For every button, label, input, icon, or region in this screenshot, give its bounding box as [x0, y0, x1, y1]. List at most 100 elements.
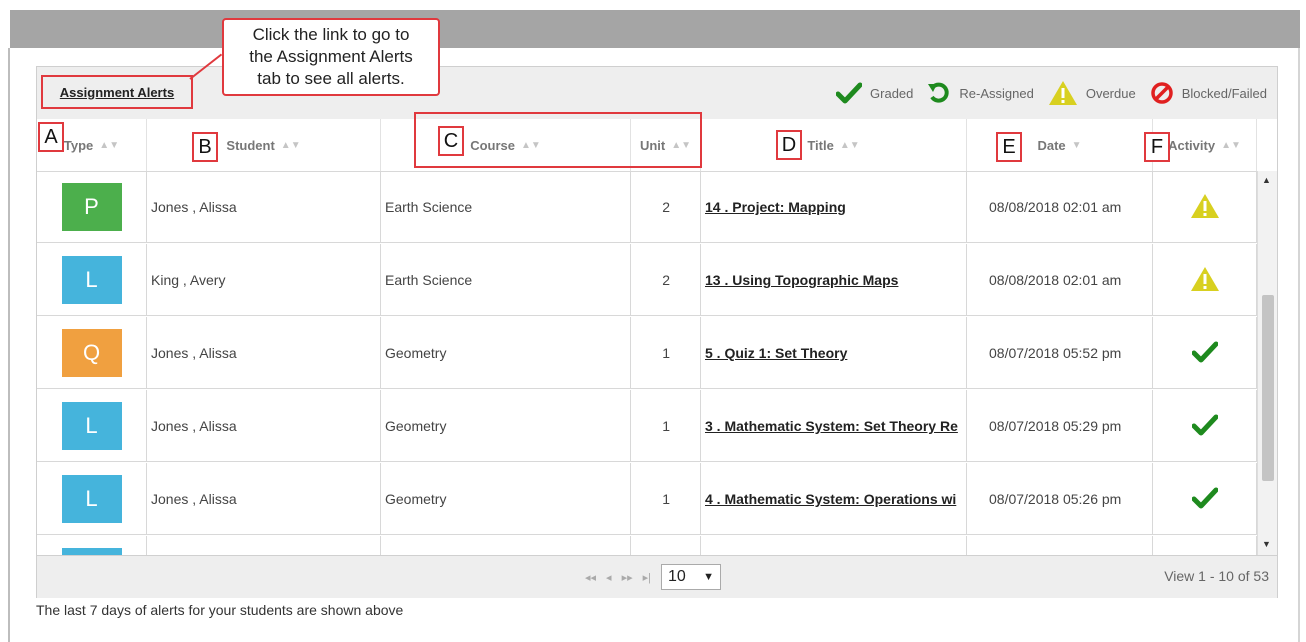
date-text: 08/08/2018 02:01 am: [989, 272, 1122, 288]
table-row: L: [37, 536, 1257, 555]
cell-title: 4 . Mathematic System: Operations wi: [701, 463, 967, 535]
warning-icon: [1190, 193, 1220, 222]
unit-text: 1: [662, 345, 670, 361]
page-size-select[interactable]: 10 ▼: [661, 564, 722, 590]
scrollbar-thumb[interactable]: [1262, 295, 1274, 481]
legend-reassigned-label: Re-Assigned: [959, 85, 1034, 101]
cell-student: Jones , Alissa: [147, 390, 381, 462]
date-text: 08/07/2018 05:52 pm: [989, 345, 1122, 361]
course-text: Geometry: [385, 345, 447, 361]
col-student[interactable]: Student ▲▼: [147, 119, 381, 171]
cell-type: L: [37, 536, 147, 555]
reassign-icon: [928, 82, 950, 103]
col-type-label: Type: [63, 137, 94, 153]
marker-f: F: [1144, 132, 1170, 162]
assignment-title-link[interactable]: 5 . Quiz 1: Set Theory: [705, 345, 847, 361]
course-text: Geometry: [385, 491, 447, 507]
check-icon: [1191, 487, 1218, 512]
student-text: Jones , Alissa: [151, 491, 237, 507]
sort-icon: ▼: [1071, 139, 1082, 151]
col-title-label: Title: [807, 137, 834, 153]
cell-course: [381, 536, 631, 555]
col-title[interactable]: Title ▲▼: [701, 119, 967, 171]
date-text: 08/07/2018 05:26 pm: [989, 491, 1122, 507]
cell-date: 08/07/2018 05:26 pm: [967, 463, 1153, 535]
sort-icon: ▲▼: [99, 139, 120, 151]
date-text: 08/07/2018 05:29 pm: [989, 418, 1122, 434]
scroll-up-arrow-icon[interactable]: ▲: [1262, 175, 1271, 185]
first-page-icon[interactable]: ◂◂: [585, 571, 596, 584]
cell-activity: [1153, 317, 1257, 389]
check-icon: [1191, 341, 1218, 366]
table-row: P Jones , Alissa Earth Science 2 14 . Projec…: [37, 171, 1257, 243]
col-date[interactable]: Date ▼: [967, 119, 1153, 171]
top-bar: [10, 10, 1300, 48]
sort-icon: ▲▼: [839, 139, 860, 151]
table-row: Q Jones , Alissa Geometry 1 5 . Quiz 1: Set …: [37, 317, 1257, 389]
pager: ◂◂ ◂ ▸▸ ▸| 10 ▼: [585, 564, 722, 590]
scroll-down-arrow-icon[interactable]: ▼: [1262, 539, 1271, 549]
student-text: Jones , Alissa: [151, 345, 237, 361]
next-page-icon[interactable]: ▸▸: [622, 571, 633, 584]
table-row: L Jones , Alissa Geometry 1 4 . Mathematic S…: [37, 463, 1257, 535]
grid-scrollbar[interactable]: ▲ ▼: [1257, 171, 1277, 555]
cell-unit: 1: [631, 317, 701, 389]
cell-course: Earth Science: [381, 171, 631, 243]
status-legend: Graded Re-Assigned Overdue Blocked/Faile…: [836, 77, 1267, 109]
cell-course: Geometry: [381, 463, 631, 535]
callout-line-3: tab to see all alerts.: [257, 69, 405, 88]
assignment-title-link[interactable]: 13 . Using Topographic Maps: [705, 272, 898, 288]
last-page-icon[interactable]: ▸|: [643, 571, 651, 584]
sort-icon: ▲▼: [280, 139, 301, 151]
cell-date: 08/08/2018 02:01 am: [967, 171, 1153, 243]
cell-unit: [631, 536, 701, 555]
table-row: L King , Avery Earth Science 2 13 . Using To…: [37, 244, 1257, 316]
cell-title: 13 . Using Topographic Maps: [701, 244, 967, 316]
legend-blocked: Blocked/Failed: [1150, 81, 1267, 105]
cell-activity: [1153, 463, 1257, 535]
cell-student: King , Avery: [147, 244, 381, 316]
cell-type: L: [37, 244, 147, 316]
page-size-value: 10: [668, 568, 686, 585]
legend-graded-label: Graded: [870, 85, 914, 101]
unit-text: 2: [662, 199, 670, 215]
cell-title: 3 . Mathematic System: Set Theory Re: [701, 390, 967, 462]
cell-date: 08/08/2018 02:01 am: [967, 244, 1153, 316]
type-badge: Q: [61, 329, 122, 377]
type-badge: L: [61, 256, 122, 304]
prev-page-icon[interactable]: ◂: [606, 571, 612, 584]
assignment-alerts-link[interactable]: Assignment Alerts: [60, 85, 174, 100]
legend-blocked-label: Blocked/Failed: [1181, 85, 1267, 101]
assignment-title-link[interactable]: 14 . Project: Mapping: [705, 199, 846, 215]
cell-student: Jones , Alissa: [147, 317, 381, 389]
type-badge: L: [61, 475, 122, 523]
unit-text: 2: [662, 272, 670, 288]
cell-activity: [1153, 171, 1257, 243]
sort-icon: ▲▼: [1221, 139, 1241, 151]
cell-date: 08/07/2018 05:52 pm: [967, 317, 1153, 389]
date-text: 08/08/2018 02:01 am: [989, 199, 1122, 215]
assignment-title-link[interactable]: 4 . Mathematic System: Operations wi: [705, 491, 956, 507]
type-badge: L: [61, 548, 122, 555]
course-text: Geometry: [385, 418, 447, 434]
course-text: Earth Science: [385, 199, 473, 215]
cell-course: Earth Science: [381, 244, 631, 316]
grid-footer: ◂◂ ◂ ▸▸ ▸| 10 ▼ View 1 - 10 of 53: [37, 555, 1277, 598]
cell-title: [701, 536, 967, 555]
cell-student: Jones , Alissa: [147, 463, 381, 535]
cell-type: L: [37, 463, 147, 535]
col-activity-label: Activity: [1168, 137, 1216, 153]
footnote: The last 7 days of alerts for your stude…: [36, 602, 404, 618]
callout-line-2: the Assignment Alerts: [249, 47, 413, 66]
alerts-grid: P Jones , Alissa Earth Science 2 14 . Projec…: [37, 171, 1257, 555]
frame-border-left: [8, 48, 10, 642]
cell-date: [967, 536, 1153, 555]
callout-tooltip: Click the link to go to the Assignment A…: [222, 18, 440, 96]
check-icon: [1191, 414, 1218, 439]
unit-text: 1: [662, 491, 670, 507]
assignment-title-link[interactable]: 3 . Mathematic System: Set Theory Re: [705, 418, 958, 434]
cell-title: 5 . Quiz 1: Set Theory: [701, 317, 967, 389]
student-text: Jones , Alissa: [151, 199, 237, 215]
table-row: L Jones , Alissa Geometry 1 3 . Mathematic S…: [37, 390, 1257, 462]
assignment-alerts-link-highlight[interactable]: Assignment Alerts: [41, 75, 193, 109]
